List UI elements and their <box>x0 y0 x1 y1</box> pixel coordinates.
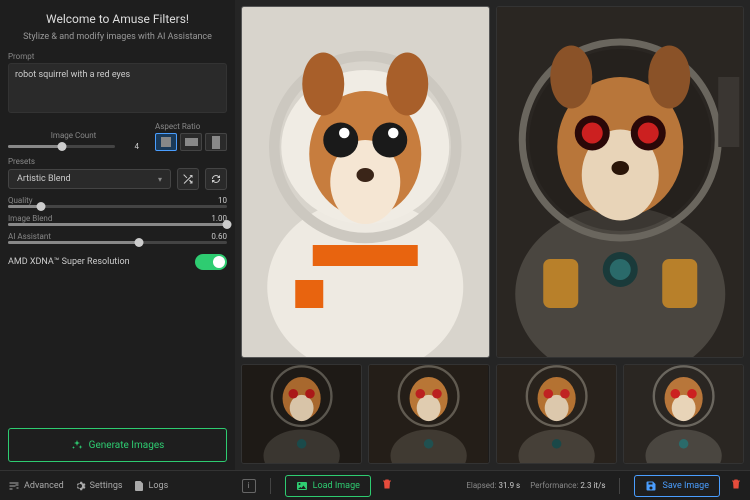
image-count-slider[interactable] <box>8 145 115 148</box>
quality-label: Quality <box>8 196 33 205</box>
footer: Advanced Settings Logs i Load Image Elap… <box>0 470 750 500</box>
ai-assistant-value: 0.60 <box>209 232 227 241</box>
image-blend-slider[interactable] <box>8 223 227 226</box>
generate-button[interactable]: Generate Images <box>8 428 227 462</box>
super-resolution-label: AMD XDNA™ Super Resolution <box>8 257 130 267</box>
thumbnail-strip <box>241 364 744 464</box>
super-resolution-toggle[interactable] <box>195 254 227 270</box>
chevron-down-icon: ▾ <box>158 175 162 184</box>
aspect-square-button[interactable] <box>155 133 177 151</box>
sparkle-icon <box>71 439 83 451</box>
ai-assistant-slider[interactable] <box>8 241 227 244</box>
shuffle-button[interactable] <box>177 168 199 190</box>
refresh-button[interactable] <box>205 168 227 190</box>
app-title: Welcome to Amuse Filters! <box>8 12 227 26</box>
logs-button[interactable]: Logs <box>133 480 169 492</box>
advanced-button[interactable]: Advanced <box>8 480 64 492</box>
elapsed-stat: Elapsed: 31.9 s <box>466 481 520 490</box>
aspect-wide-button[interactable] <box>180 133 202 151</box>
info-button[interactable]: i <box>242 479 256 493</box>
image-blend-label: Image Blend <box>8 214 52 223</box>
save-image-button[interactable]: Save Image <box>634 475 720 497</box>
quality-value: 10 <box>209 196 227 205</box>
presets-dropdown[interactable]: Artistic Blend ▾ <box>8 169 171 189</box>
squirrel-astronaut-light <box>242 7 489 357</box>
prompt-input[interactable] <box>8 63 227 113</box>
presets-label: Presets <box>8 157 227 166</box>
save-icon <box>645 480 657 492</box>
sidebar: Welcome to Amuse Filters! Stylize & and … <box>0 0 235 470</box>
aspect-tall-button[interactable] <box>205 133 227 151</box>
sliders-icon <box>8 480 20 492</box>
thumbnail-4[interactable] <box>623 364 744 464</box>
image-count-value: 4 <box>121 142 139 151</box>
generate-label: Generate Images <box>89 440 165 451</box>
image-count-label: Image Count <box>8 131 139 140</box>
delete-result-button[interactable] <box>730 478 742 493</box>
app-subtitle: Stylize & and modify images with AI Assi… <box>8 32 227 42</box>
image-icon <box>296 480 308 492</box>
content-area <box>235 0 750 470</box>
document-icon <box>133 480 145 492</box>
thumbnail-1[interactable] <box>241 364 362 464</box>
presets-value: Artistic Blend <box>17 174 71 184</box>
ai-assistant-label: AI Assistant <box>8 232 51 241</box>
squirrel-robot-dark <box>497 7 744 357</box>
settings-button[interactable]: Settings <box>74 480 123 492</box>
source-image-preview[interactable] <box>241 6 490 358</box>
load-image-button[interactable]: Load Image <box>285 475 371 497</box>
quality-slider[interactable] <box>8 205 227 208</box>
gear-icon <box>74 480 86 492</box>
thumbnail-3[interactable] <box>496 364 617 464</box>
result-image-preview[interactable] <box>496 6 745 358</box>
delete-source-button[interactable] <box>381 478 393 493</box>
aspect-ratio-label: Aspect Ratio <box>155 122 200 131</box>
performance-stat: Performance: 2.3 it/s <box>530 481 605 490</box>
prompt-label: Prompt <box>8 52 227 61</box>
thumbnail-2[interactable] <box>368 364 489 464</box>
